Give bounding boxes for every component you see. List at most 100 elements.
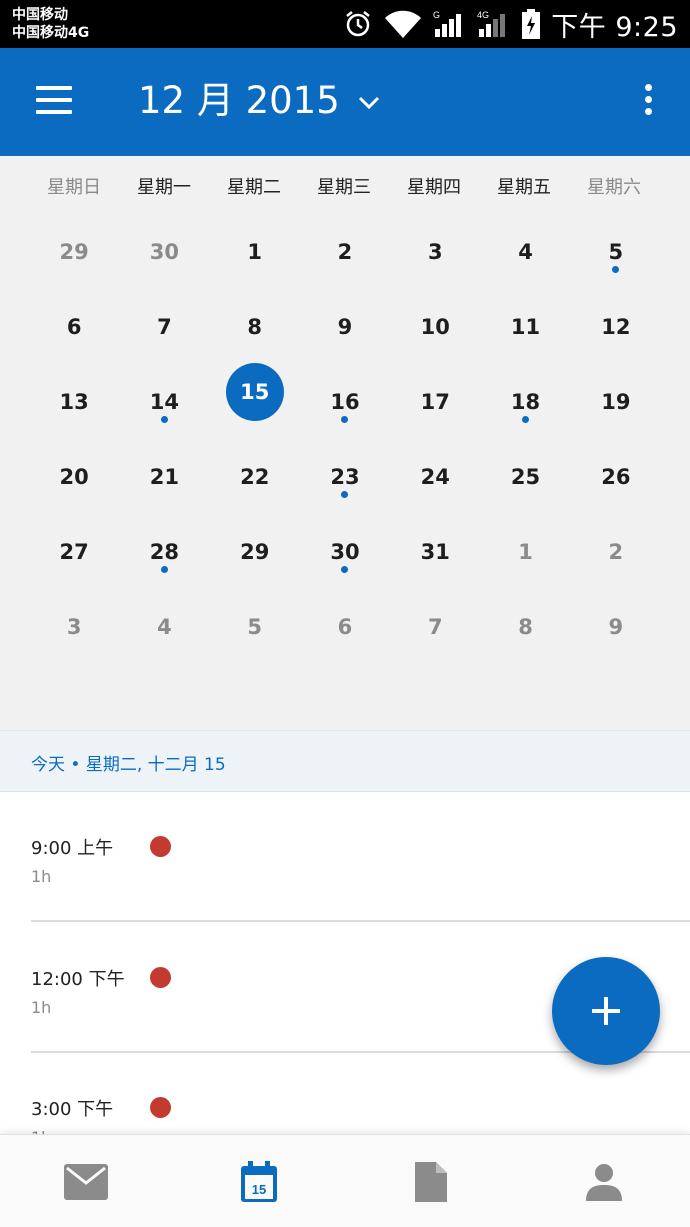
day-cell[interactable]: 5 bbox=[571, 213, 661, 288]
day-cell[interactable]: 30 bbox=[119, 213, 209, 288]
day-cell[interactable]: 10 bbox=[390, 288, 480, 363]
day-cell[interactable]: 5 bbox=[210, 588, 300, 663]
calendar-color-dot bbox=[150, 836, 171, 857]
day-number: 15 bbox=[225, 363, 284, 421]
weekday-header: 星期日 星期一 星期二 星期三 星期四 星期五 星期六 bbox=[0, 170, 690, 206]
day-cell[interactable]: 16 bbox=[300, 363, 390, 438]
day-number: 4 bbox=[518, 240, 533, 264]
day-cell[interactable]: 8 bbox=[210, 288, 300, 363]
more-options-button[interactable] bbox=[638, 84, 658, 124]
day-number: 4 bbox=[157, 615, 172, 639]
event-duration: 1h bbox=[31, 998, 52, 1017]
app-bar: 12 月 2015 bbox=[0, 48, 690, 156]
day-number: 6 bbox=[66, 315, 82, 339]
mail-icon bbox=[64, 1163, 109, 1200]
new-event-button[interactable] bbox=[552, 957, 660, 1065]
day-number: 19 bbox=[601, 390, 631, 414]
day-cell[interactable]: 22 bbox=[210, 438, 300, 513]
day-number: 9 bbox=[337, 315, 353, 339]
day-cell[interactable]: 27 bbox=[29, 513, 119, 588]
day-cell[interactable]: 18 bbox=[480, 363, 570, 438]
day-cell[interactable]: 17 bbox=[390, 363, 480, 438]
day-cell[interactable]: 25 bbox=[480, 438, 570, 513]
day-cell[interactable]: 9 bbox=[300, 288, 390, 363]
alarm-icon bbox=[346, 11, 371, 37]
agenda-date-label: 今天 • 星期二, 十二月 15 bbox=[31, 755, 226, 775]
day-cell[interactable]: 8 bbox=[480, 588, 570, 663]
day-cell[interactable]: 2 bbox=[571, 513, 661, 588]
day-cell[interactable]: 19 bbox=[571, 363, 661, 438]
day-cell[interactable]: 24 bbox=[390, 438, 480, 513]
chevron-down-icon bbox=[358, 96, 379, 110]
status-icons: G 4G 下午 9:25 bbox=[343, 0, 678, 48]
weekday-label: 星期五 bbox=[497, 177, 551, 198]
day-number: 9 bbox=[608, 615, 624, 639]
svg-text:G: G bbox=[433, 10, 440, 20]
day-number: 3 bbox=[427, 240, 443, 264]
agenda-event[interactable]: 3:00 下午1h bbox=[0, 1053, 690, 1134]
event-time: 12:00 下午 bbox=[31, 969, 125, 990]
day-number: 17 bbox=[420, 390, 450, 414]
nav-calendar[interactable]: 15 bbox=[173, 1135, 346, 1227]
day-cell[interactable]: 7 bbox=[390, 588, 480, 663]
day-cell[interactable]: 3 bbox=[29, 588, 119, 663]
day-cell[interactable]: 12 bbox=[571, 288, 661, 363]
bottom-nav: 15 bbox=[0, 1134, 690, 1227]
carrier-1-label: 中国移动 bbox=[12, 7, 68, 23]
day-number: 5 bbox=[247, 615, 263, 639]
battery-icon bbox=[522, 9, 541, 39]
day-number: 1 bbox=[247, 240, 263, 264]
day-number: 6 bbox=[337, 615, 353, 639]
week-row: 13 14 15 16 17 18 19 bbox=[29, 363, 661, 438]
day-cell[interactable]: 28 bbox=[119, 513, 209, 588]
day-cell[interactable]: 29 bbox=[29, 213, 119, 288]
day-number: 12 bbox=[601, 315, 631, 339]
month-selector[interactable]: 12 月 2015 bbox=[138, 76, 380, 126]
agenda-event[interactable]: 9:00 上午 1h bbox=[0, 792, 690, 922]
day-cell[interactable]: 26 bbox=[571, 438, 661, 513]
week-row: 20 21 22 23 24 25 26 bbox=[29, 438, 661, 513]
day-cell[interactable]: 6 bbox=[300, 588, 390, 663]
day-cell[interactable]: 21 bbox=[119, 438, 209, 513]
day-number: 7 bbox=[427, 615, 443, 639]
week-row: 6 7 8 9 10 11 12 bbox=[29, 288, 661, 363]
menu-button[interactable] bbox=[36, 86, 72, 116]
day-cell[interactable]: 31 bbox=[390, 513, 480, 588]
event-indicator-dot bbox=[160, 566, 168, 573]
day-number: 8 bbox=[518, 615, 533, 639]
day-number: 21 bbox=[149, 465, 180, 489]
week-row: 3 4 5 6 7 8 9 bbox=[29, 588, 661, 663]
day-cell[interactable]: 11 bbox=[480, 288, 570, 363]
weekday-label: 星期四 bbox=[407, 177, 461, 198]
day-cell[interactable]: 30 bbox=[300, 513, 390, 588]
carrier-info: 中国移动 中国移动4G bbox=[12, 6, 89, 42]
day-cell[interactable]: 23 bbox=[300, 438, 390, 513]
nav-files[interactable] bbox=[345, 1135, 518, 1227]
day-cell[interactable]: 6 bbox=[29, 288, 119, 363]
day-cell[interactable]: 13 bbox=[29, 363, 119, 438]
file-icon bbox=[415, 1161, 448, 1202]
day-number: 20 bbox=[59, 465, 89, 489]
day-number: 2 bbox=[608, 540, 624, 564]
agenda-date-header: 今天 • 星期二, 十二月 15 bbox=[0, 730, 690, 792]
nav-mail[interactable] bbox=[0, 1135, 173, 1227]
day-cell-today[interactable]: 15 bbox=[210, 363, 300, 438]
day-cell[interactable]: 3 bbox=[390, 213, 480, 288]
day-cell[interactable]: 2 bbox=[300, 213, 390, 288]
day-cell[interactable]: 4 bbox=[480, 213, 570, 288]
day-cell[interactable]: 4 bbox=[119, 588, 209, 663]
clock-label: 下午 9:25 bbox=[551, 11, 678, 43]
day-number: 30 bbox=[149, 240, 180, 264]
day-number: 7 bbox=[157, 315, 172, 339]
day-cell[interactable]: 20 bbox=[29, 438, 119, 513]
day-cell[interactable]: 1 bbox=[480, 513, 570, 588]
event-indicator-dot bbox=[522, 416, 530, 423]
day-cell[interactable]: 7 bbox=[119, 288, 209, 363]
nav-people[interactable] bbox=[518, 1135, 690, 1227]
day-cell[interactable]: 14 bbox=[119, 363, 209, 438]
day-cell[interactable]: 1 bbox=[210, 213, 300, 288]
day-number: 2 bbox=[337, 240, 353, 264]
day-cell[interactable]: 9 bbox=[571, 588, 661, 663]
weekday-label: 星期一 bbox=[137, 177, 191, 198]
day-cell[interactable]: 29 bbox=[210, 513, 300, 588]
